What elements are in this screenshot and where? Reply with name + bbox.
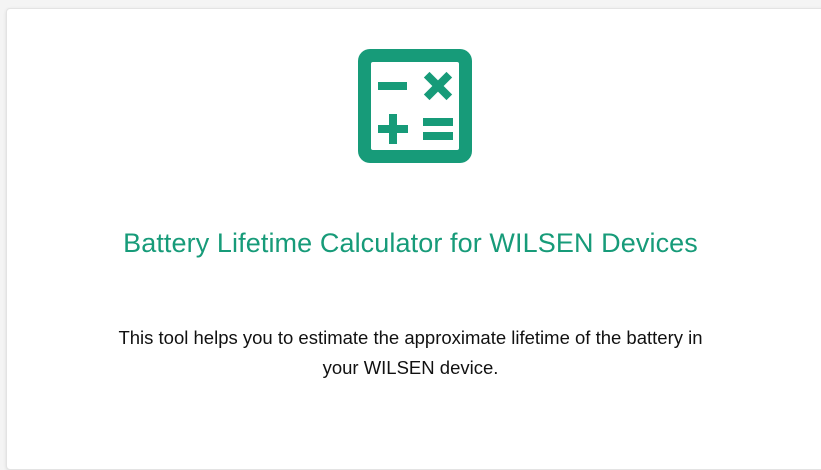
description-line-1: This tool helps you to estimate the appr…: [118, 327, 703, 348]
page-title: Battery Lifetime Calculator for WILSEN D…: [123, 228, 698, 258]
description-line-2: your WILSEN device.: [322, 357, 499, 378]
page-description: This tool helps you to estimate the appr…: [0, 323, 821, 383]
calculator-icon: [355, 46, 475, 166]
